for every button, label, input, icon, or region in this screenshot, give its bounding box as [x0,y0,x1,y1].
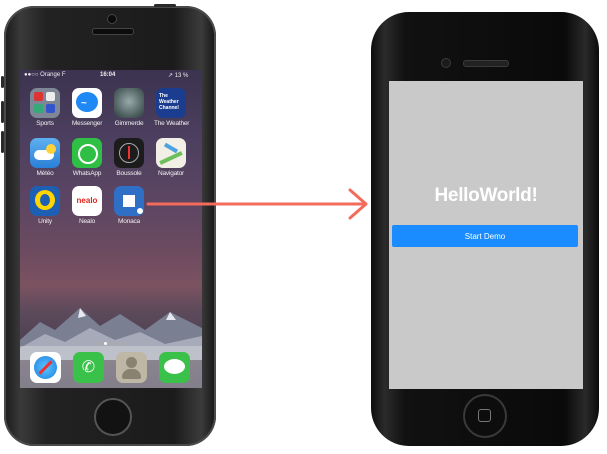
status-bar: ●●○○ Orange F 16:04 ↗ 13 % [20,70,202,82]
gimmerde-icon [114,88,144,118]
weather-channel-icon: The Weather Channel [156,88,186,118]
app-label: WhatsApp [72,170,102,177]
nealo-icon-text: nealo [76,196,98,205]
power-button [154,4,176,7]
app-whatsapp[interactable]: WhatsApp [70,138,104,177]
app-unity[interactable]: Unity [28,186,62,225]
messages-icon[interactable] [159,352,190,383]
contacts-icon[interactable] [116,352,147,383]
navigator-icon [156,138,186,168]
home-screen: ●●○○ Orange F 16:04 ↗ 13 % Sports ~ Mess… [20,70,202,388]
page-indicator [96,332,126,345]
weather-channel-icon-text: The Weather Channel [159,93,179,111]
app-label: Sports [36,120,54,127]
app-label: Nealo [79,218,95,225]
earpiece-speaker [463,60,509,67]
app-sports[interactable]: Sports [28,88,62,127]
home-button[interactable] [463,394,507,438]
app-label: The Weather [154,120,190,127]
transition-arrow [146,188,368,220]
app-label: Météo [36,170,54,177]
sports-folder-icon [30,88,60,118]
app-label: Gimmerde [114,120,144,127]
meteo-icon [30,138,60,168]
app-weather-channel[interactable]: The Weather Channel The Weather [154,88,190,127]
app-boussole[interactable]: Boussole [112,138,146,177]
carrier-label: ●●○○ Orange F [24,72,66,78]
unity-icon [30,186,60,216]
safari-icon[interactable] [30,352,61,383]
app-meteo[interactable]: Météo [28,138,62,177]
app-label: Boussole [116,170,142,177]
app-label: Navigator [157,170,185,177]
nealo-icon: nealo [72,186,102,216]
front-camera [441,58,451,68]
messenger-icon: ~ [72,88,102,118]
home-button[interactable] [94,398,132,436]
whatsapp-icon [72,138,102,168]
page-title: HelloWorld! [434,185,538,206]
clock: 16:04 [100,72,116,78]
start-demo-button[interactable]: Start Demo [392,225,578,247]
compass-icon [114,138,144,168]
app-navigator[interactable]: Navigator [154,138,188,177]
volume-up-button [1,101,4,123]
app-messenger[interactable]: ~ Messenger [70,88,104,127]
home-square-icon [478,409,491,422]
phone-icon[interactable]: ✆ [73,352,104,383]
battery-indicator: ↗ 13 % [168,73,189,79]
app-label: Unity [38,218,52,225]
mute-switch [1,76,4,88]
app-screen: HelloWorld! Start Demo [389,81,583,389]
app-nealo[interactable]: nealo Nealo [70,186,104,225]
volume-down-button [1,131,4,153]
app-label: Messenger [71,120,103,127]
front-camera [107,14,117,24]
left-iphone: ●●○○ Orange F 16:04 ↗ 13 % Sports ~ Mess… [1,4,216,446]
earpiece-speaker [92,28,134,35]
dock: ✆ [20,346,202,388]
app-gimmerde[interactable]: Gimmerde [112,88,146,127]
